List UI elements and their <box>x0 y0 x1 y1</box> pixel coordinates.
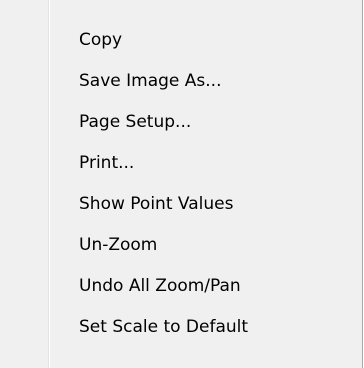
menu-item-copy[interactable]: Copy <box>0 20 363 61</box>
menu-item-un-zoom[interactable]: Un-Zoom <box>0 225 363 266</box>
context-menu: Copy Save Image As... Page Setup... Prin… <box>0 0 363 368</box>
menu-item-print[interactable]: Print... <box>0 143 363 184</box>
menu-item-save-image-as[interactable]: Save Image As... <box>0 61 363 102</box>
menu-item-set-scale-to-default[interactable]: Set Scale to Default <box>0 307 363 348</box>
menu-item-undo-all-zoom-pan[interactable]: Undo All Zoom/Pan <box>0 266 363 307</box>
menu-item-show-point-values[interactable]: Show Point Values <box>0 184 363 225</box>
menu-item-list: Copy Save Image As... Page Setup... Prin… <box>0 20 363 348</box>
menu-item-page-setup[interactable]: Page Setup... <box>0 102 363 143</box>
